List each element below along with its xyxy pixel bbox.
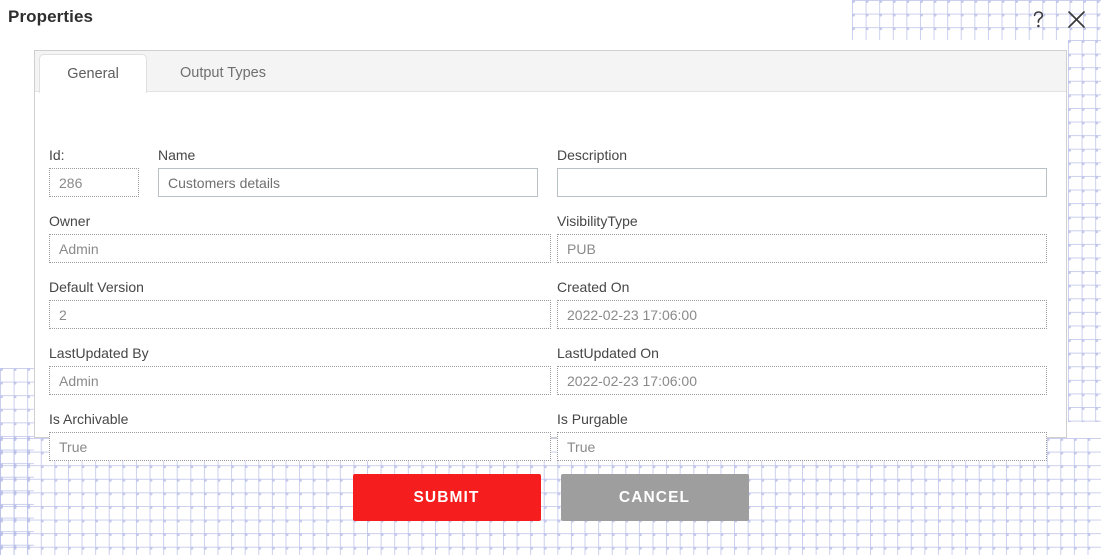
page-title: Properties bbox=[8, 7, 94, 26]
field-owner: Owner bbox=[49, 213, 551, 263]
field-lastupdated-by: LastUpdated By bbox=[49, 345, 551, 395]
tab-general[interactable]: General bbox=[39, 54, 147, 93]
field-created-on-label: Created On bbox=[557, 279, 630, 295]
field-is-purgable: Is Purgable bbox=[557, 411, 1047, 461]
tab-output-types-label: Output Types bbox=[180, 65, 266, 81]
description-input[interactable] bbox=[557, 168, 1047, 197]
id-input[interactable] bbox=[49, 168, 139, 197]
properties-panel: General Output Types Id: Name Descriptio… bbox=[34, 50, 1067, 461]
field-visibility-type: VisibilityType bbox=[557, 213, 1047, 263]
dialog-title-bar: Properties bbox=[0, 0, 1101, 40]
field-default-version: Default Version bbox=[49, 279, 551, 329]
default-version-input[interactable] bbox=[49, 300, 551, 329]
field-id-label: Id: bbox=[49, 147, 65, 163]
name-input[interactable] bbox=[158, 168, 538, 197]
field-default-version-label: Default Version bbox=[49, 279, 144, 295]
field-description: Description bbox=[557, 147, 1047, 197]
field-visibility-type-label: VisibilityType bbox=[557, 213, 638, 229]
field-is-archivable: Is Archivable bbox=[49, 411, 551, 461]
submit-button[interactable]: SUBMIT bbox=[352, 474, 541, 521]
field-name: Name bbox=[158, 147, 538, 197]
field-is-purgable-label: Is Purgable bbox=[557, 411, 628, 427]
form-row: Default Version Created On bbox=[35, 279, 1066, 345]
form-row: Is Archivable Is Purgable bbox=[35, 411, 1066, 477]
tab-output-types[interactable]: Output Types bbox=[153, 54, 293, 92]
field-lastupdated-on-label: LastUpdated On bbox=[557, 345, 659, 361]
visibility-type-input[interactable] bbox=[557, 234, 1047, 263]
lastupdated-on-input[interactable] bbox=[557, 366, 1047, 395]
tab-general-label: General bbox=[67, 66, 119, 82]
owner-input[interactable] bbox=[49, 234, 551, 263]
field-is-archivable-label: Is Archivable bbox=[49, 411, 129, 427]
field-name-label: Name bbox=[158, 147, 196, 163]
help-button[interactable] bbox=[1021, 2, 1055, 36]
is-archivable-input[interactable] bbox=[49, 432, 551, 461]
created-on-input[interactable] bbox=[557, 300, 1047, 329]
cancel-button[interactable]: CANCEL bbox=[560, 474, 749, 521]
form-row: LastUpdated By LastUpdated On bbox=[35, 345, 1066, 411]
field-created-on: Created On bbox=[557, 279, 1047, 329]
question-mark-icon bbox=[1030, 10, 1047, 29]
field-id: Id: bbox=[49, 147, 139, 197]
field-owner-label: Owner bbox=[49, 213, 91, 229]
field-lastupdated-on: LastUpdated On bbox=[557, 345, 1047, 395]
form-row: Id: Name Description bbox=[35, 147, 1066, 213]
close-button[interactable] bbox=[1059, 2, 1093, 36]
field-description-label: Description bbox=[557, 147, 628, 163]
is-purgable-input[interactable] bbox=[557, 432, 1047, 461]
tab-bar: General Output Types bbox=[35, 51, 1066, 93]
lastupdated-by-input[interactable] bbox=[49, 366, 551, 395]
form-row: Owner VisibilityType bbox=[35, 213, 1066, 279]
close-x-icon bbox=[1067, 10, 1086, 29]
action-bar: SUBMIT CANCEL bbox=[0, 474, 1101, 521]
field-lastupdated-by-label: LastUpdated By bbox=[49, 345, 149, 361]
background-dot-pattern-left bbox=[0, 368, 34, 555]
background-dot-pattern-right bbox=[1068, 40, 1101, 422]
